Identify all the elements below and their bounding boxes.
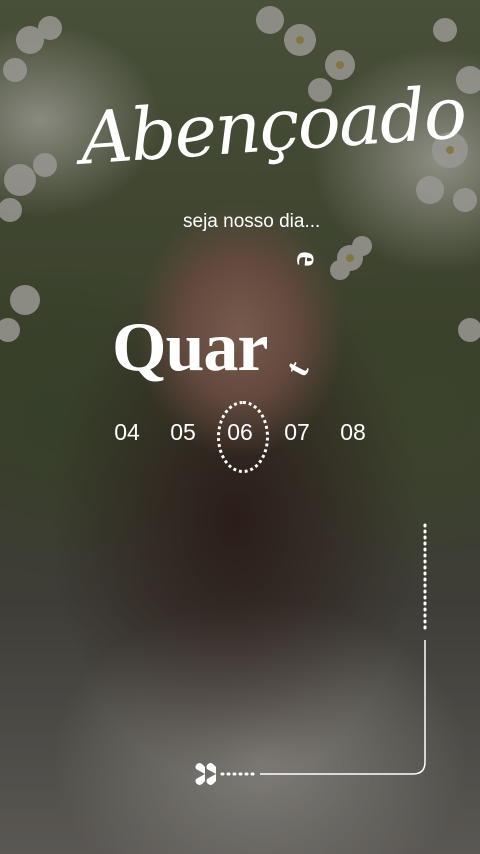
heart-icon [195, 763, 216, 785]
corner-frame-decoration [195, 523, 427, 785]
